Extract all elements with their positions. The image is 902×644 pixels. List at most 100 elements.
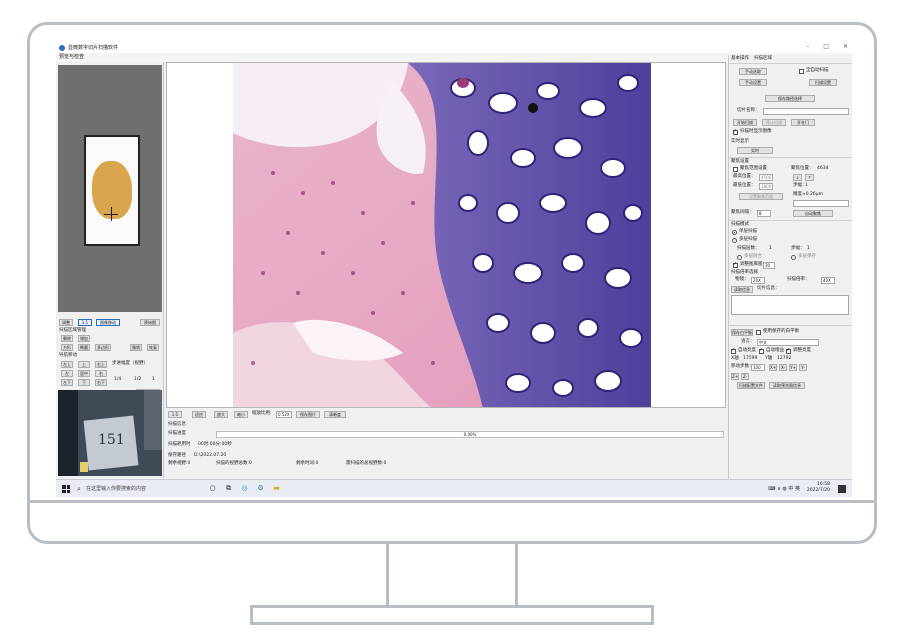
tab-scan-region[interactable]: 扫描区域 [754,56,772,62]
scan-config-button[interactable]: 扫描配置文件 [737,382,765,389]
nav-center-button[interactable]: 居中 [78,370,90,377]
focus-slider[interactable] [793,200,849,207]
zoom-value-input[interactable]: 0.52X [276,411,292,418]
nav-up-left-button[interactable]: 左上 [61,361,73,368]
redo-button[interactable]: 恢复 [147,344,159,351]
move-step-input[interactable]: 100 [751,364,765,371]
fit-button[interactable]: 适应 [192,411,206,418]
delete-region-button[interactable]: 删除 [61,335,73,342]
language-indicator[interactable]: 中 英 [788,486,800,492]
screen: 显微数字切片扫描软件 – □ ✕ 预览与检查 调整 1:1 图像移动 原始图 扫… [56,42,852,497]
z-minus-button[interactable]: Z- [741,373,749,380]
start-scan-button[interactable]: 开始扫描 [733,119,757,126]
edge-icon[interactable]: ◎ [240,484,249,493]
max-pos-input[interactable]: 4500 [759,174,773,181]
adjust-button[interactable]: 调整 [59,319,73,326]
step-half[interactable]: 1/2 [134,377,141,383]
nav-left-button[interactable]: 左 [61,370,73,377]
slide-preview[interactable] [58,65,162,312]
zoom-out-button[interactable]: 缩小 [234,411,248,418]
stitch-checkbox[interactable] [733,261,738,268]
nav-up-button[interactable]: 上 [78,361,90,368]
up-arrow-icon[interactable]: ∧ [777,486,781,492]
save-path-select-button[interactable]: 保存路径选择 [765,95,815,102]
multi-merge-radio[interactable] [737,255,742,260]
open-door-button[interactable]: 开仓门 [791,119,815,126]
clock[interactable]: 16:58 2022/7/20 [807,482,830,494]
auto-bright-checkbox[interactable] [731,347,736,354]
single-layer-radio[interactable] [732,230,737,235]
add-region-button[interactable]: 增加 [78,335,90,342]
step-quarter[interactable]: 1/4 [114,377,121,383]
auto-scan-checkbox[interactable] [799,69,804,74]
stitch-input[interactable]: 30 [763,262,775,269]
undo-button[interactable]: 撤销 [130,344,142,351]
scan-setup-button[interactable]: 扫描设置 [809,79,837,86]
ellipse-region-button[interactable]: 椭圆 [78,344,90,351]
ratio-1-1-button[interactable]: 1:1 [78,319,92,326]
sharpness-button[interactable]: 清晰度 [324,411,346,418]
original-image-button[interactable]: 原始图 [140,319,160,326]
slide-info-textarea[interactable] [731,295,849,315]
windows-start-icon[interactable] [62,485,70,493]
system-tray[interactable]: ⌨ ∧ ◍ 中 英 [768,485,800,492]
settings-icon[interactable]: ⚙ [256,484,265,493]
objective-select[interactable]: 20X [751,277,765,284]
image-move-button[interactable]: 图像移动 [96,319,120,326]
minimize-button[interactable]: – [806,43,809,50]
nav-down-right-button[interactable]: 右下 [95,379,107,386]
y-plus-button[interactable]: Y+ [789,364,797,371]
read-preview-info-button[interactable]: 读取预览图信息 [769,382,805,389]
nav-down-left-button[interactable]: 左下 [61,379,73,386]
glass-slide[interactable] [84,135,140,246]
focus-area-checkbox[interactable] [733,167,738,172]
maximize-button[interactable]: □ [823,43,829,50]
stop-scan-button[interactable]: 停止扫描 [762,119,786,126]
close-button[interactable]: ✕ [843,43,848,50]
polygon-region-button[interactable]: 多边形 [95,344,111,351]
step-full[interactable]: 1 [152,377,155,383]
notification-icon[interactable] [838,485,846,493]
use-saved-wb-checkbox[interactable] [756,330,761,335]
realtime-button[interactable]: 实时 [737,147,773,154]
focus-up-button[interactable]: ↑ [805,174,814,181]
rect-region-button[interactable]: 方形 [61,344,73,351]
image-viewer[interactable] [166,62,726,408]
x-plus-button[interactable]: X+ [769,364,777,371]
min-pos-input[interactable]: 3800 [759,183,773,190]
nav-down-button[interactable]: 下 [78,379,90,386]
set-focus-range-button[interactable]: 设置聚焦范围 [739,193,783,200]
tab-divider [729,63,852,64]
menu-preview[interactable]: 预览与检查 [59,54,84,60]
nav-right-button[interactable]: 右 [95,370,107,377]
taskbar-search[interactable]: 在这里输入你要搜索的内容 [76,483,194,495]
task-view-icon[interactable]: ⧉ [224,484,233,493]
focus-down-button[interactable]: ↓ [793,174,802,181]
save-image-button[interactable]: 保存图片 [296,411,320,418]
z-plus-button[interactable]: Z+ [731,373,739,380]
manual-setup-button[interactable]: 手动设置 [739,79,767,86]
nav-up-right-button[interactable]: 右上 [95,361,107,368]
focus-interval-input[interactable]: 8 [757,210,771,217]
show-image-checkbox[interactable] [733,128,738,135]
cortana-icon[interactable]: ○ [208,484,217,493]
x-minus-button[interactable]: X- [779,364,787,371]
read-info-button[interactable]: 读取信息 [731,286,753,293]
y-minus-button[interactable]: Y- [799,364,807,371]
ratio-1-1-view-button[interactable]: 1:1 [168,411,182,418]
language-select[interactable]: 中文 [757,339,819,346]
multi-layer-radio[interactable] [732,238,737,243]
tab-basic[interactable]: 基本操作 [731,56,749,62]
slice-name-input[interactable] [763,108,849,115]
auto-gain-checkbox[interactable] [759,347,764,354]
adjust-bright-checkbox[interactable] [786,347,791,354]
manual-select-button[interactable]: 手动选取 [739,68,767,75]
save-wb-button[interactable]: 保存白平衡 [731,329,753,336]
zoom-in-button[interactable]: 放大 [214,411,228,418]
multi-save-radio[interactable] [791,255,796,260]
scan-mag-select[interactable]: 40X [821,277,835,284]
network-icon[interactable]: ◍ [782,486,786,492]
file-explorer-icon[interactable]: ▬ [272,484,281,493]
auto-focus-button[interactable]: 自动聚焦 [793,210,833,217]
input-method-icon[interactable]: ⌨ [768,486,775,492]
